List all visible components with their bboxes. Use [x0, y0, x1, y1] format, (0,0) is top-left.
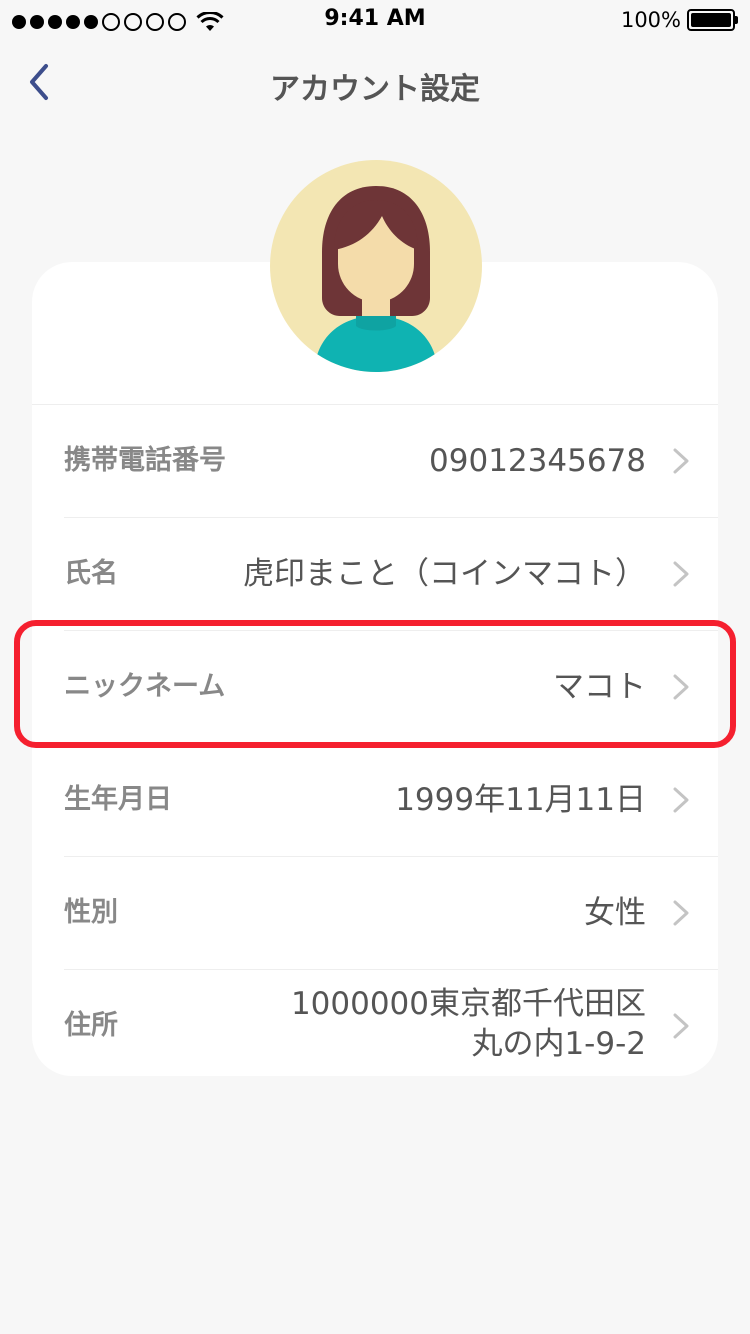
- row-value: マコト: [553, 669, 646, 705]
- row-label: 生年月日: [64, 784, 172, 815]
- row-nickname[interactable]: ニックネーム マコト: [64, 631, 718, 744]
- battery-icon: [687, 9, 735, 31]
- row-gender[interactable]: 性別 女性: [64, 857, 718, 970]
- chevron-right-icon: [673, 674, 689, 700]
- row-value: 虎印まこと（コインマコト）: [243, 556, 646, 592]
- battery-percent: 100%: [620, 8, 681, 32]
- page-title: アカウント設定: [270, 72, 480, 107]
- chevron-right-icon: [673, 561, 689, 587]
- row-label: 携帯電話番号: [64, 445, 226, 476]
- row-label: 氏名: [64, 558, 118, 589]
- row-birthday[interactable]: 生年月日 1999年11月11日: [64, 744, 718, 857]
- row-label: 性別: [64, 897, 118, 928]
- address-line-1: 1000000東京都千代田区: [290, 986, 646, 1022]
- row-phone-number[interactable]: 携帯電話番号 09012345678: [64, 405, 718, 518]
- row-value: 1000000東京都千代田区 丸の内1-9-2: [291, 984, 646, 1065]
- row-value: 1999年11月11日: [395, 782, 646, 818]
- avatar-illustration: [314, 186, 438, 372]
- chevron-right-icon: [673, 787, 689, 813]
- user-avatar-icon[interactable]: [270, 160, 482, 372]
- row-label: ニックネーム: [64, 671, 226, 702]
- chevron-right-icon: [673, 448, 689, 474]
- row-value: 09012345678: [429, 443, 646, 479]
- status-bar: 9:41 AM 100%: [0, 0, 750, 40]
- row-address[interactable]: 住所 1000000東京都千代田区 丸の内1-9-2: [64, 970, 718, 1082]
- chevron-right-icon: [673, 900, 689, 926]
- address-line-2: 丸の内1-9-2: [471, 1026, 646, 1063]
- row-label: 住所: [64, 1010, 118, 1041]
- row-full-name[interactable]: 氏名 虎印まこと（コインマコト）: [64, 518, 718, 631]
- navigation-bar: アカウント設定: [0, 40, 750, 128]
- chevron-right-icon: [673, 1013, 689, 1039]
- row-value: 女性: [584, 895, 646, 931]
- battery-indicator: 100%: [621, 8, 738, 32]
- account-card: 携帯電話番号 09012345678 氏名 虎印まこと（コインマコト） ニックネ…: [32, 262, 718, 1076]
